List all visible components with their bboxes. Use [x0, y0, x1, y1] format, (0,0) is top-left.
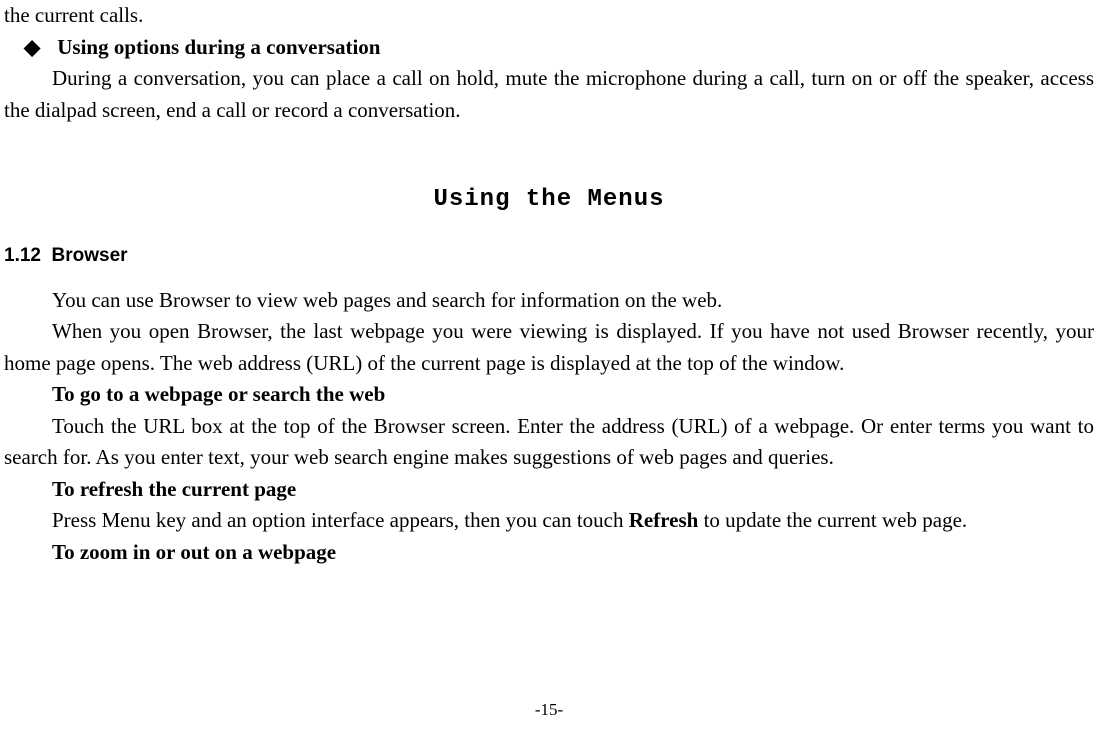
conversation-text: During a conversation, you can place a c… [4, 66, 1094, 122]
browser-intro-1: You can use Browser to view web pages an… [4, 285, 1094, 317]
heading-refresh: To refresh the current page [4, 474, 1094, 506]
goto-text: Touch the URL box at the top of the Brow… [4, 414, 1094, 470]
chapter-title: Using the Menus [4, 182, 1094, 218]
refresh-text-post: to update the current web page. [698, 508, 967, 532]
goto-paragraph: Touch the URL box at the top of the Brow… [4, 411, 1094, 474]
conversation-paragraph: During a conversation, you can place a c… [4, 63, 1094, 126]
page-number: -15- [0, 697, 1098, 723]
section-title: Browser [52, 245, 128, 266]
browser-intro-2: When you open Browser, the last webpage … [4, 316, 1094, 379]
continuation-text: the current calls. [4, 0, 1094, 32]
section-number: 1.12 [4, 245, 41, 266]
refresh-bold-word: Refresh [629, 508, 699, 532]
refresh-text-pre: Press Menu key and an option interface a… [52, 508, 629, 532]
bullet-heading: ◆ Using options during a conversation [4, 32, 1094, 64]
heading-goto: To go to a webpage or search the web [4, 379, 1094, 411]
bullet-title: Using options during a conversation [57, 35, 380, 59]
section-heading: 1.12 Browser [4, 242, 1094, 271]
browser-intro-2-text: When you open Browser, the last webpage … [4, 319, 1094, 375]
diamond-icon: ◆ [24, 32, 52, 64]
heading-zoom: To zoom in or out on a webpage [4, 537, 1094, 569]
refresh-paragraph: Press Menu key and an option interface a… [4, 505, 1094, 537]
